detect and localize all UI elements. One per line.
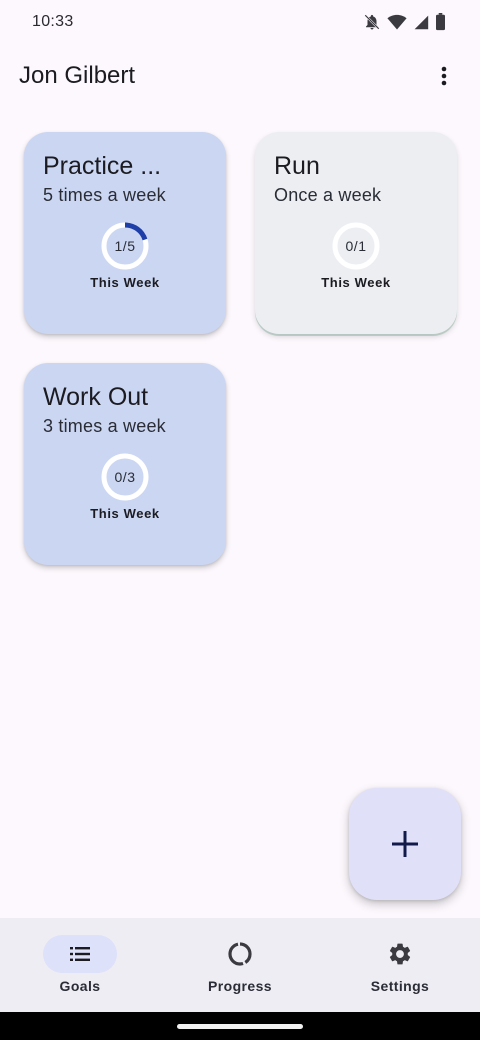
bell-off-icon: [363, 13, 381, 31]
goal-frequency: 3 times a week: [43, 416, 166, 436]
status-icons: [363, 13, 446, 31]
wifi-icon: [387, 13, 407, 31]
more-vert-icon: [441, 66, 447, 86]
system-gesture-area: [0, 1012, 480, 1040]
gesture-handle[interactable]: [177, 1024, 303, 1029]
goal-title: Run: [274, 152, 320, 180]
progress-count: 0/3: [114, 469, 136, 485]
nav-label: Goals: [59, 978, 101, 994]
status-bar: 10:33: [0, 0, 480, 44]
progress-ring: 0/3: [101, 453, 149, 501]
progress-ring-icon: [228, 942, 252, 966]
goal-period-label: This Week: [90, 506, 160, 521]
add-goal-button[interactable]: [349, 788, 461, 900]
nav-item-progress[interactable]: Progress: [160, 918, 320, 1012]
bottom-navigation: Goals Progress Settings: [0, 918, 480, 1012]
signal-icon: [413, 13, 429, 31]
add-icon: [392, 831, 418, 857]
more-options-button[interactable]: [424, 56, 464, 96]
goal-period-label: This Week: [90, 275, 160, 290]
list-icon: [70, 947, 90, 961]
nav-label: Progress: [208, 978, 272, 994]
progress-count: 0/1: [345, 238, 367, 254]
goal-title: Work Out: [43, 383, 149, 411]
progress-count: 1/5: [114, 238, 136, 254]
nav-item-goals[interactable]: Goals: [0, 918, 160, 1012]
progress-ring: 1/5: [101, 222, 149, 270]
goal-frequency: Once a week: [274, 185, 382, 205]
progress-ring: 0/1: [332, 222, 380, 270]
goal-card-work-out[interactable]: Work Out 3 times a week 0/3 This Week: [24, 363, 226, 565]
nav-label: Settings: [370, 978, 430, 994]
gear-icon: [389, 943, 411, 965]
battery-icon: [435, 13, 446, 31]
nav-item-settings[interactable]: Settings: [320, 918, 480, 1012]
goal-period-label: This Week: [321, 275, 391, 290]
goal-title: Practice ...: [43, 152, 162, 180]
goal-card-practice[interactable]: Practice ... 5 times a week 1/5 This Wee…: [24, 132, 226, 334]
page-title: Jon Gilbert: [19, 62, 136, 89]
nav-active-indicator: [43, 935, 117, 973]
goal-card-run[interactable]: Run Once a week 0/1 This Week: [255, 132, 457, 334]
status-time: 10:33: [32, 13, 74, 30]
top-app-bar: Jon Gilbert: [0, 52, 480, 100]
goal-frequency: 5 times a week: [43, 185, 166, 205]
